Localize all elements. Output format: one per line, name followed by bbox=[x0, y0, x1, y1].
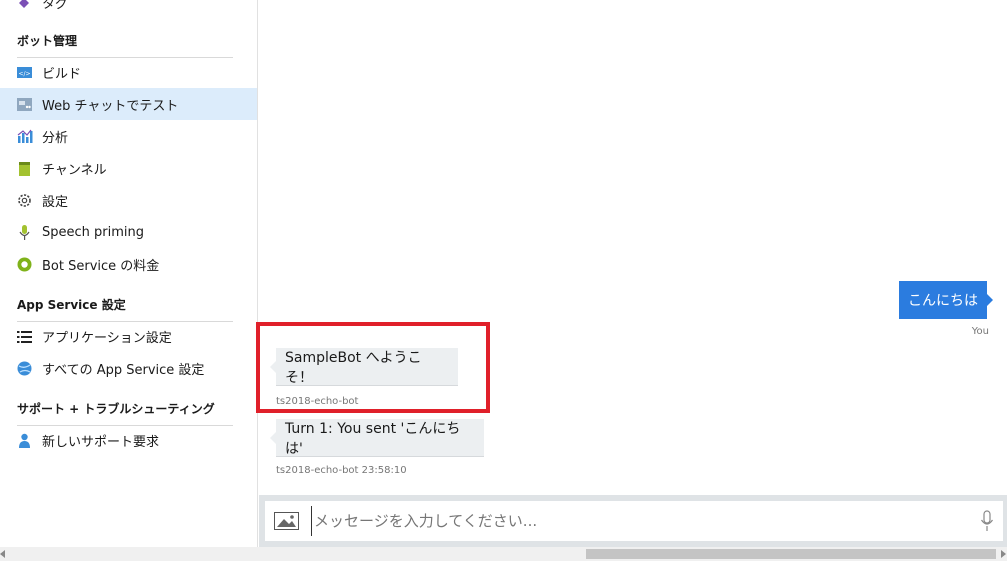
section-title-app-service-settings: App Service 設定 bbox=[17, 296, 233, 322]
message-input[interactable] bbox=[311, 506, 951, 536]
message-composer bbox=[259, 495, 1007, 547]
webchat-panel: こんにちは You SampleBot へようこそ！ ts2018-echo-b… bbox=[256, 0, 1007, 547]
user-message-bubble: こんにちは bbox=[899, 281, 993, 319]
sidebar-item-new-support-request[interactable]: 新しいサポート要求 bbox=[0, 424, 257, 456]
microphone-icon[interactable] bbox=[980, 510, 994, 532]
sidebar-item-analytics[interactable]: 分析 bbox=[0, 120, 257, 152]
globe-icon bbox=[16, 360, 33, 377]
sidebar-item-label: タグ bbox=[42, 0, 69, 12]
sidebar-item-test-webchat[interactable]: Web チャットでテスト bbox=[0, 88, 257, 120]
sidebar-item-label: Bot Service の料金 bbox=[42, 258, 160, 274]
sidebar-item-channels[interactable]: チャンネル bbox=[0, 152, 257, 184]
sidebar-item-build[interactable]: </> ビルド bbox=[0, 56, 257, 88]
section-title-support: サポート + トラブルシューティング bbox=[17, 400, 233, 426]
sidebar-item-speech-priming[interactable]: Speech priming bbox=[0, 216, 257, 248]
sidebar-item-label: チャンネル bbox=[42, 162, 107, 178]
svg-text:</>: </> bbox=[18, 70, 30, 77]
gear-icon bbox=[16, 192, 33, 209]
scroll-right-icon[interactable] bbox=[1001, 550, 1006, 558]
scrollbar-thumb[interactable] bbox=[586, 549, 996, 559]
sidebar-item-all-app-service-settings[interactable]: すべての App Service 設定 bbox=[0, 352, 257, 384]
image-upload-icon[interactable] bbox=[274, 512, 299, 530]
sidebar-nav: タグ ボット管理 </> ビルド Web チャットでテスト 分析 チャンネル 設… bbox=[0, 0, 258, 547]
chat-test-icon bbox=[16, 96, 33, 113]
horizontal-scrollbar[interactable] bbox=[0, 547, 1007, 561]
sidebar-item-label: アプリケーション設定 bbox=[42, 330, 172, 346]
pricing-icon bbox=[16, 256, 33, 273]
bot-message-meta: ts2018-echo-bot 23:58:10 bbox=[276, 465, 407, 476]
user-message-sender: You bbox=[971, 326, 989, 337]
sidebar-item-label: 設定 bbox=[42, 194, 69, 210]
sidebar-item-label: すべての App Service 設定 bbox=[42, 362, 205, 378]
code-icon: </> bbox=[16, 64, 33, 81]
bot-message-meta: ts2018-echo-bot bbox=[276, 396, 359, 407]
sidebar-item-tags[interactable]: タグ bbox=[0, 0, 257, 18]
sidebar-item-application-settings[interactable]: アプリケーション設定 bbox=[0, 320, 257, 352]
channels-icon bbox=[16, 160, 33, 177]
scroll-left-icon[interactable] bbox=[0, 550, 5, 558]
bot-message-bubble: SampleBot へようこそ！ bbox=[270, 348, 458, 386]
message-input-container bbox=[265, 501, 1003, 541]
sidebar-item-label: Web チャットでテスト bbox=[42, 98, 179, 114]
azure-portal-window: タグ ボット管理 </> ビルド Web チャットでテスト 分析 チャンネル 設… bbox=[0, 0, 1007, 561]
microphone-icon bbox=[16, 224, 33, 241]
sidebar-item-settings[interactable]: 設定 bbox=[0, 184, 257, 216]
support-person-icon bbox=[16, 432, 33, 449]
sidebar-item-label: ビルド bbox=[42, 66, 82, 82]
sidebar-item-label: Speech priming bbox=[42, 224, 144, 240]
sidebar-item-pricing[interactable]: Bot Service の料金 bbox=[0, 248, 257, 280]
tag-icon bbox=[16, 0, 33, 11]
list-icon bbox=[16, 328, 33, 345]
section-title-bot-management: ボット管理 bbox=[17, 32, 233, 58]
sidebar-item-label: 新しいサポート要求 bbox=[42, 434, 160, 450]
bot-message-bubble: Turn 1: You sent 'こんにちは' bbox=[270, 419, 484, 457]
sidebar-item-label: 分析 bbox=[42, 130, 69, 146]
analytics-icon bbox=[16, 128, 33, 145]
